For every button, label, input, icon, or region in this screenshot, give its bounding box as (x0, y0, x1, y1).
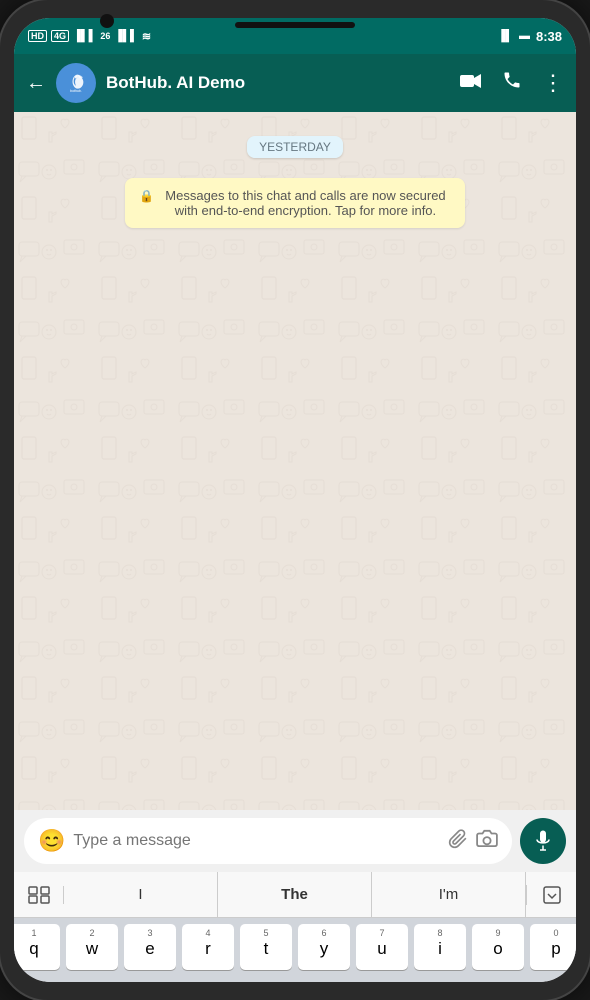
key-e[interactable]: 3e (124, 924, 176, 970)
suggestion-word-I[interactable]: I (64, 872, 218, 917)
key-o[interactable]: 9o (472, 924, 524, 970)
key-i[interactable]: 8i (414, 924, 466, 970)
contact-avatar[interactable]: bothub. (56, 63, 96, 103)
back-button[interactable]: ← (26, 72, 46, 95)
key-q[interactable]: 1q (14, 924, 60, 970)
suggestion-word-The[interactable]: The (218, 872, 372, 917)
key-row-1: 1q 2w 3e 4r 5t 6y 7u 8i 9o 0p (18, 924, 572, 970)
lock-icon: 🔒 (139, 189, 154, 203)
camera-button[interactable] (476, 829, 498, 853)
4g-icon: 4G (51, 30, 69, 42)
attach-button[interactable] (448, 829, 468, 854)
phone-screen: HD 4G ▐▌▌ 26 ▐▌▌ ≋ ▐▌ ▬ 8:38 ← (14, 18, 576, 982)
keyboard-layout-button[interactable] (14, 886, 64, 904)
mic-button[interactable] (520, 818, 566, 864)
more-menu-icon[interactable]: ⋮ (542, 72, 564, 94)
svg-text:bothub.: bothub. (70, 89, 82, 93)
chat-header: ← bothub. BotHub. AI Demo (14, 54, 576, 112)
chat-area: YESTERDAY 🔒 Messages to this chat and ca… (14, 112, 576, 810)
camera-dot (100, 14, 114, 28)
battery-icon: ▬ (519, 30, 530, 42)
vibrate-icon: ▐▌ (497, 30, 513, 42)
wifi-icon: ≋ (142, 30, 151, 43)
date-badge: YESTERDAY (247, 136, 343, 158)
signal-bars-2: ▐▌▌ (114, 30, 137, 42)
keyboard-rows: 1q 2w 3e 4r 5t 6y 7u 8i 9o 0p (14, 918, 576, 982)
speaker-notch (235, 22, 355, 28)
key-u[interactable]: 7u (356, 924, 408, 970)
bothub-logo-icon: bothub. (62, 69, 90, 97)
keyboard: I The I'm 1q (14, 872, 576, 982)
encryption-notice[interactable]: 🔒 Messages to this chat and calls are no… (125, 178, 465, 228)
status-right-icons: ▐▌ ▬ 8:38 (497, 29, 562, 44)
message-text-input[interactable] (73, 832, 440, 850)
encryption-text: Messages to this chat and calls are now … (160, 188, 451, 218)
keyboard-expand-button[interactable] (526, 885, 576, 905)
emoji-button[interactable]: 😊 (38, 828, 65, 854)
suggestion-word-Im[interactable]: I'm (372, 872, 526, 917)
contact-name[interactable]: BotHub. AI Demo (106, 73, 450, 93)
key-w[interactable]: 2w (66, 924, 118, 970)
hd-icon: HD (28, 30, 47, 42)
call-icon[interactable] (502, 70, 522, 96)
network-26: 26 (100, 31, 110, 41)
phone-shell: HD 4G ▐▌▌ 26 ▐▌▌ ≋ ▐▌ ▬ 8:38 ← (0, 0, 590, 1000)
keyboard-suggestions-bar: I The I'm (14, 872, 576, 918)
message-input-area: 😊 (14, 810, 576, 872)
signal-bars-1: ▐▌▌ (73, 30, 96, 42)
key-t[interactable]: 5t (240, 924, 292, 970)
key-p[interactable]: 0p (530, 924, 576, 970)
status-left-icons: HD 4G ▐▌▌ 26 ▐▌▌ ≋ (28, 30, 151, 43)
header-action-icons: ⋮ (460, 70, 564, 96)
key-r[interactable]: 4r (182, 924, 234, 970)
message-input-box: 😊 (24, 818, 512, 864)
video-call-icon[interactable] (460, 73, 482, 94)
key-y[interactable]: 6y (298, 924, 350, 970)
time-display: 8:38 (536, 29, 562, 44)
